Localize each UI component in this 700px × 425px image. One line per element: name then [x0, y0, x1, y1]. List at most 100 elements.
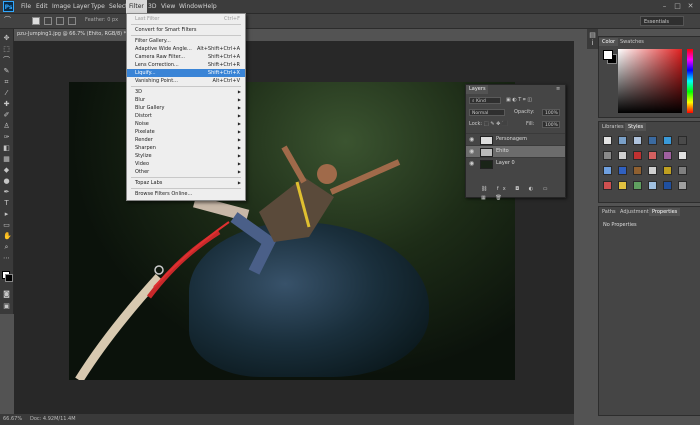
style-swatch[interactable]: [618, 151, 627, 160]
menu-item-liquify[interactable]: Liquify... Shift+Ctrl+X: [127, 69, 245, 77]
style-swatch[interactable]: [633, 136, 642, 145]
menu-item-stylize[interactable]: Stylize ▶: [127, 152, 245, 160]
style-swatch[interactable]: [618, 181, 627, 190]
blend-mode-select[interactable]: Normal: [469, 109, 505, 116]
maximize-icon[interactable]: □: [673, 2, 682, 11]
foreground-color-chip[interactable]: [603, 50, 613, 60]
style-swatch[interactable]: [648, 166, 657, 175]
menu-item-vanishing-point[interactable]: Vanishing Point... Alt+Ctrl+V: [127, 77, 245, 85]
blur-tool-icon[interactable]: ◆: [3, 167, 10, 174]
style-swatch[interactable]: [633, 166, 642, 175]
hue-slider[interactable]: [687, 49, 693, 113]
more-tools-icon[interactable]: ⋯: [3, 255, 10, 262]
style-swatch[interactable]: [633, 151, 642, 160]
crop-tool-icon[interactable]: ⌗: [3, 79, 10, 86]
menu-item-last-filter[interactable]: Last Filter Ctrl+F: [127, 15, 245, 23]
gradient-tool-icon[interactable]: ▦: [3, 156, 10, 163]
hand-tool-icon[interactable]: ✋: [3, 233, 12, 240]
tab-properties[interactable]: Properties: [649, 208, 681, 216]
eraser-tool-icon[interactable]: ◧: [3, 145, 10, 152]
zoom-tool-icon[interactable]: ⌕: [3, 244, 10, 251]
menu-item-sharpen[interactable]: Sharpen ▶: [127, 144, 245, 152]
tab-styles[interactable]: Styles: [625, 123, 647, 131]
add-selection-icon[interactable]: [44, 17, 52, 25]
menu-file[interactable]: File: [18, 0, 34, 13]
fill-field[interactable]: 100%: [542, 121, 560, 128]
collapsed-panel-dock[interactable]: ▤ i: [587, 29, 598, 49]
menu-filter[interactable]: Filter: [126, 0, 147, 13]
menu-item-convert-smart-filters[interactable]: Convert for Smart Filters: [127, 26, 245, 34]
style-swatch[interactable]: [678, 136, 687, 145]
style-swatch[interactable]: [603, 166, 612, 175]
pen-tool-icon[interactable]: ✒: [3, 189, 10, 196]
style-swatch[interactable]: [648, 151, 657, 160]
menu-item-adaptive-wide-angle[interactable]: Adaptive Wide Angle... Alt+Shift+Ctrl+A: [127, 45, 245, 53]
style-swatch[interactable]: [663, 136, 672, 145]
close-icon[interactable]: ✕: [686, 2, 695, 11]
menu-item-browse-filters-online[interactable]: Browse Filters Online...: [127, 190, 245, 198]
style-swatch[interactable]: [648, 136, 657, 145]
layer-filter-kind[interactable]: ⌕ Kind: [469, 97, 501, 104]
menu-item-lens-correction[interactable]: Lens Correction... Shift+Ctrl+R: [127, 61, 245, 69]
menu-item-video[interactable]: Video ▶: [127, 160, 245, 168]
shape-tool-icon[interactable]: ▭: [3, 222, 10, 229]
background-color-swatch[interactable]: [5, 274, 13, 282]
layers-footer-icons[interactable]: ⛓ fx ◘ ◐ ▭ ▦ 🗑: [481, 185, 565, 203]
menu-item-render[interactable]: Render ▶: [127, 136, 245, 144]
brush-tool-icon[interactable]: ✐: [3, 112, 10, 119]
eye-icon[interactable]: ◉: [469, 158, 474, 169]
style-swatch[interactable]: [663, 151, 672, 160]
color-field[interactable]: [618, 49, 682, 113]
tab-libraries[interactable]: Libraries: [599, 123, 627, 131]
quick-mask-icon[interactable]: ◙: [3, 291, 10, 298]
filter-icons[interactable]: ▣ ◐ T ⌗ ◫: [506, 96, 532, 105]
screen-mode-icon[interactable]: ▣: [3, 303, 10, 310]
menu-item-blur[interactable]: Blur ▶: [127, 96, 245, 104]
document-tab[interactable]: pzu-Jumping1.jpg @ 66.7% (Ehito, RGB/8) …: [14, 29, 132, 40]
dodge-tool-icon[interactable]: ●: [3, 178, 10, 185]
menu-item-other[interactable]: Other ▶: [127, 168, 245, 176]
lasso-icon[interactable]: ⌒: [4, 17, 11, 24]
menu-help[interactable]: Help: [200, 0, 220, 13]
style-swatch[interactable]: [663, 181, 672, 190]
menu-item-blur-gallery[interactable]: Blur Gallery ▶: [127, 104, 245, 112]
eyedropper-tool-icon[interactable]: ⁄: [3, 90, 10, 97]
zoom-level[interactable]: 66.67%: [3, 414, 22, 425]
lasso-tool-icon[interactable]: ⌒: [3, 57, 10, 64]
tab-color[interactable]: Color: [599, 38, 619, 46]
info-icon[interactable]: i: [589, 40, 596, 47]
style-swatch[interactable]: [678, 181, 687, 190]
menu-type[interactable]: Type: [88, 0, 108, 13]
style-swatch[interactable]: [678, 166, 687, 175]
menu-edit[interactable]: Edit: [33, 0, 51, 13]
feather-field[interactable]: Feather: 0 px: [85, 17, 118, 23]
menu-item-distort[interactable]: Distort ▶: [127, 112, 245, 120]
marquee-tool-icon[interactable]: ⬚: [3, 46, 10, 53]
layer-row[interactable]: ◉ Personagem: [466, 133, 565, 145]
style-swatch[interactable]: [663, 166, 672, 175]
healing-tool-icon[interactable]: ✚: [3, 101, 10, 108]
opacity-field[interactable]: 100%: [542, 109, 560, 116]
style-swatch[interactable]: [603, 136, 612, 145]
new-selection-icon[interactable]: [32, 17, 40, 25]
panel-menu-icon[interactable]: ≡: [556, 85, 560, 94]
style-swatch[interactable]: [618, 166, 627, 175]
style-swatch[interactable]: [618, 136, 627, 145]
menu-item-topaz-labs[interactable]: Topaz Labs ▶: [127, 179, 245, 187]
eye-icon[interactable]: ◉: [469, 146, 474, 157]
subtract-selection-icon[interactable]: [56, 17, 64, 25]
tab-layers[interactable]: Layers: [466, 85, 488, 94]
menu-item-3d[interactable]: 3D ▶: [127, 88, 245, 96]
intersect-selection-icon[interactable]: [68, 17, 76, 25]
path-select-tool-icon[interactable]: ▸: [3, 211, 10, 218]
menu-item-filter-gallery[interactable]: Filter Gallery...: [127, 37, 245, 45]
menu-item-noise[interactable]: Noise ▶: [127, 120, 245, 128]
type-tool-icon[interactable]: T: [3, 200, 10, 207]
style-swatch[interactable]: [678, 151, 687, 160]
workspace-select[interactable]: Essentials: [640, 16, 684, 26]
menu-item-pixelate[interactable]: Pixelate ▶: [127, 128, 245, 136]
eye-icon[interactable]: ◉: [469, 134, 474, 145]
lock-icons[interactable]: ⬚ ✎ ✥ ⬛: [484, 120, 508, 129]
tab-swatches[interactable]: Swatches: [617, 38, 647, 46]
minimize-icon[interactable]: –: [660, 2, 669, 11]
